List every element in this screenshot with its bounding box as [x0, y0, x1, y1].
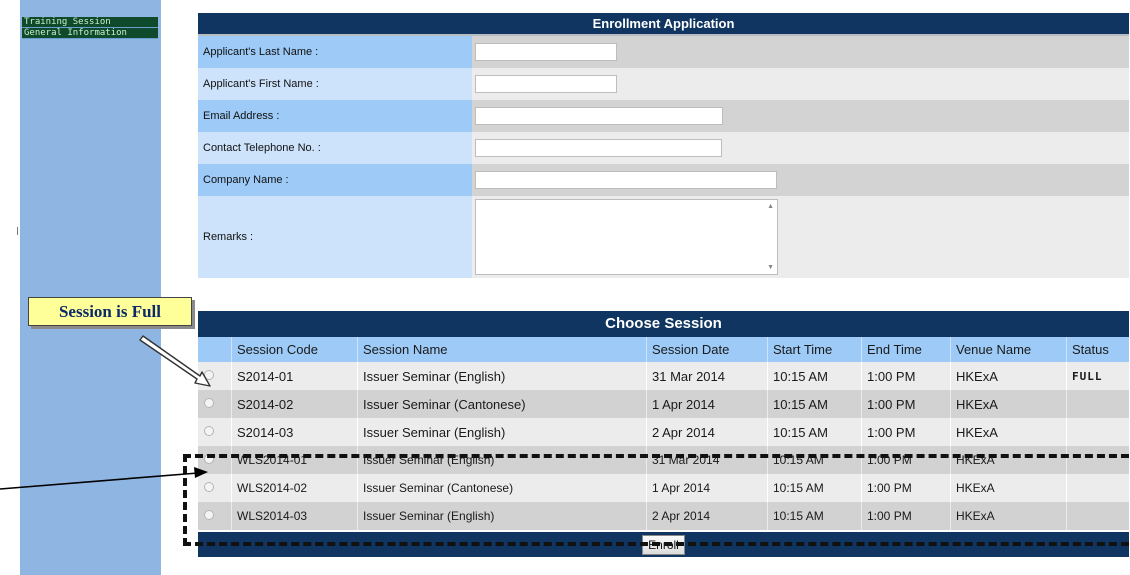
pointer-arrow-icon	[0, 467, 208, 490]
callout-arrow-icon	[139, 335, 211, 387]
annotation-arrows	[0, 335, 211, 490]
session-full-callout: Session is Full	[28, 297, 192, 326]
